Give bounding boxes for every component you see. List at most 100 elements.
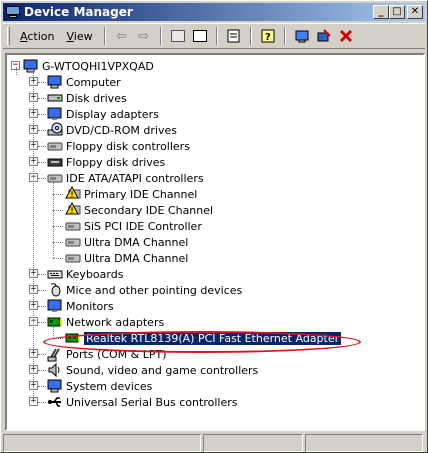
back-button[interactable]: ⇦ <box>111 26 133 46</box>
tree-connector <box>33 69 34 402</box>
help-icon: ? <box>261 29 275 43</box>
tree-view-icon <box>192 30 207 42</box>
scan-hardware-button[interactable] <box>291 26 313 46</box>
tree-item[interactable]: Monitors <box>47 298 114 314</box>
tree-child-item[interactable]: Ultra DMA Channel <box>65 234 188 250</box>
tree-item[interactable]: Universal Serial Bus controllers <box>47 394 237 410</box>
tree-item-label: System devices <box>66 379 153 393</box>
tree-connector <box>38 146 46 147</box>
tree-item[interactable]: Mice and other pointing devices <box>47 282 242 298</box>
close-button[interactable]: ✕ <box>407 5 423 19</box>
toolbar-grip[interactable] <box>7 27 10 45</box>
console-tree-icon <box>170 30 185 42</box>
tree-connector <box>38 114 46 115</box>
tree-item-label: Universal Serial Bus controllers <box>66 395 238 409</box>
uninstall-button[interactable] <box>335 26 357 46</box>
tree-child-label: Primary IDE Channel <box>84 187 198 201</box>
minimize-button[interactable]: _ <box>373 5 389 19</box>
tree-item-label: Monitors <box>66 299 114 313</box>
tree-item-label: Sound, video and game controllers <box>66 363 259 377</box>
warning-icon <box>65 202 81 218</box>
tree-child-label: Realtek RTL8139(A) PCI Fast Ethernet Ada… <box>84 331 342 345</box>
tree-item-label: Network adapters <box>66 315 165 329</box>
toolbar-separator <box>283 27 286 45</box>
menu-action[interactable]: Action <box>14 28 60 45</box>
menu-view[interactable]: View <box>60 28 98 45</box>
up-level-button[interactable] <box>167 26 189 46</box>
tree-root-label: G-WTOQHI1VPXQAD <box>42 59 154 73</box>
properties-button[interactable] <box>223 26 245 46</box>
keyboard-icon <box>47 266 63 282</box>
mouse-icon <box>47 282 63 298</box>
tree-item[interactable]: Floppy disk controllers <box>47 138 190 154</box>
device-tree[interactable]: − G-WTOQHI1VPXQAD + Computer + Disk drives + Di… <box>5 53 425 431</box>
tree-item-label: Disk drives <box>66 91 127 105</box>
update-driver-button[interactable] <box>313 26 335 46</box>
network-icon <box>47 314 63 330</box>
tree-connector <box>38 178 46 179</box>
toolbar-separator <box>159 27 162 45</box>
display-icon <box>47 106 63 122</box>
forward-arrow-icon: ⇨ <box>138 28 150 44</box>
tree-item[interactable]: Floppy disk drives <box>47 154 165 170</box>
forward-button[interactable]: ⇨ <box>133 26 155 46</box>
tree-item[interactable]: IDE ATA/ATAPI controllers <box>47 170 204 186</box>
tree-child-label: SiS PCI IDE Controller <box>84 219 202 233</box>
show-hide-tree-button[interactable] <box>189 26 211 46</box>
menu-view-label: iew <box>73 29 93 43</box>
tree-connector <box>53 194 63 195</box>
status-pane-main <box>3 434 201 452</box>
title-bar[interactable]: Device Manager _ □ ✕ <box>3 3 425 21</box>
root-computer-icon <box>23 58 39 74</box>
tree-child-label: Ultra DMA Channel <box>84 251 189 265</box>
tree-root[interactable]: G-WTOQHI1VPXQAD <box>23 58 154 74</box>
tree-item[interactable]: Computer <box>47 74 121 90</box>
warning-icon <box>65 186 81 202</box>
tree-item[interactable]: DVD/CD-ROM drives <box>47 122 177 138</box>
port-icon <box>47 346 63 362</box>
tree-connector <box>38 354 46 355</box>
tree-item[interactable]: Network adapters <box>47 314 164 330</box>
tree-connector <box>53 338 63 339</box>
tree-child-item[interactable]: SiS PCI IDE Controller <box>65 218 202 234</box>
monitor-icon <box>47 298 63 314</box>
disk-drive-icon <box>47 90 63 106</box>
tree-child-item[interactable]: Primary IDE Channel <box>65 186 197 202</box>
tree-item-label: Display adapters <box>66 107 159 121</box>
back-arrow-icon: ⇦ <box>116 28 128 44</box>
tree-connector <box>53 258 63 259</box>
tree-item[interactable]: Sound, video and game controllers <box>47 362 258 378</box>
tree-item-label: Floppy disk controllers <box>66 139 190 153</box>
tree-child-item[interactable]: Ultra DMA Channel <box>65 250 188 266</box>
tree-item[interactable]: Keyboards <box>47 266 123 282</box>
tree-connector <box>53 226 63 227</box>
tree-child-label: Secondary IDE Channel <box>84 203 214 217</box>
tree-connector <box>53 210 63 211</box>
toolbar-separator <box>249 27 252 45</box>
tree-connector <box>38 402 46 403</box>
tree-item[interactable]: System devices <box>47 378 152 394</box>
tree-item-selected[interactable]: Realtek RTL8139(A) PCI Fast Ethernet Ada… <box>65 330 342 346</box>
maximize-button[interactable]: □ <box>389 5 405 19</box>
controller-icon <box>65 250 81 266</box>
controller-icon <box>65 218 81 234</box>
computer-icon <box>47 74 63 90</box>
help-button[interactable]: ? <box>257 26 279 46</box>
tree-item[interactable]: Disk drives <box>47 90 127 106</box>
tree-item-label: DVD/CD-ROM drives <box>66 123 177 137</box>
toolbar-separator <box>215 27 218 45</box>
tree-connector <box>38 322 46 323</box>
tree-item-label: Floppy disk drives <box>66 155 166 169</box>
tree-child-item[interactable]: Secondary IDE Channel <box>65 202 213 218</box>
tree-item[interactable]: Display adapters <box>47 106 159 122</box>
tree-connector <box>38 98 46 99</box>
tree-item-label: Mice and other pointing devices <box>66 283 243 297</box>
menu-toolbar: Action View ⇦ ⇨ ? <box>3 23 425 49</box>
tree-connector <box>38 82 46 83</box>
tree-connector <box>38 370 46 371</box>
tree-item-label: Ports (COM & LPT) <box>66 347 167 361</box>
network-card-icon <box>65 330 81 346</box>
tree-item-label: IDE ATA/ATAPI controllers <box>66 171 204 185</box>
tree-item[interactable]: Ports (COM & LPT) <box>47 346 167 362</box>
controller-icon <box>47 170 63 186</box>
